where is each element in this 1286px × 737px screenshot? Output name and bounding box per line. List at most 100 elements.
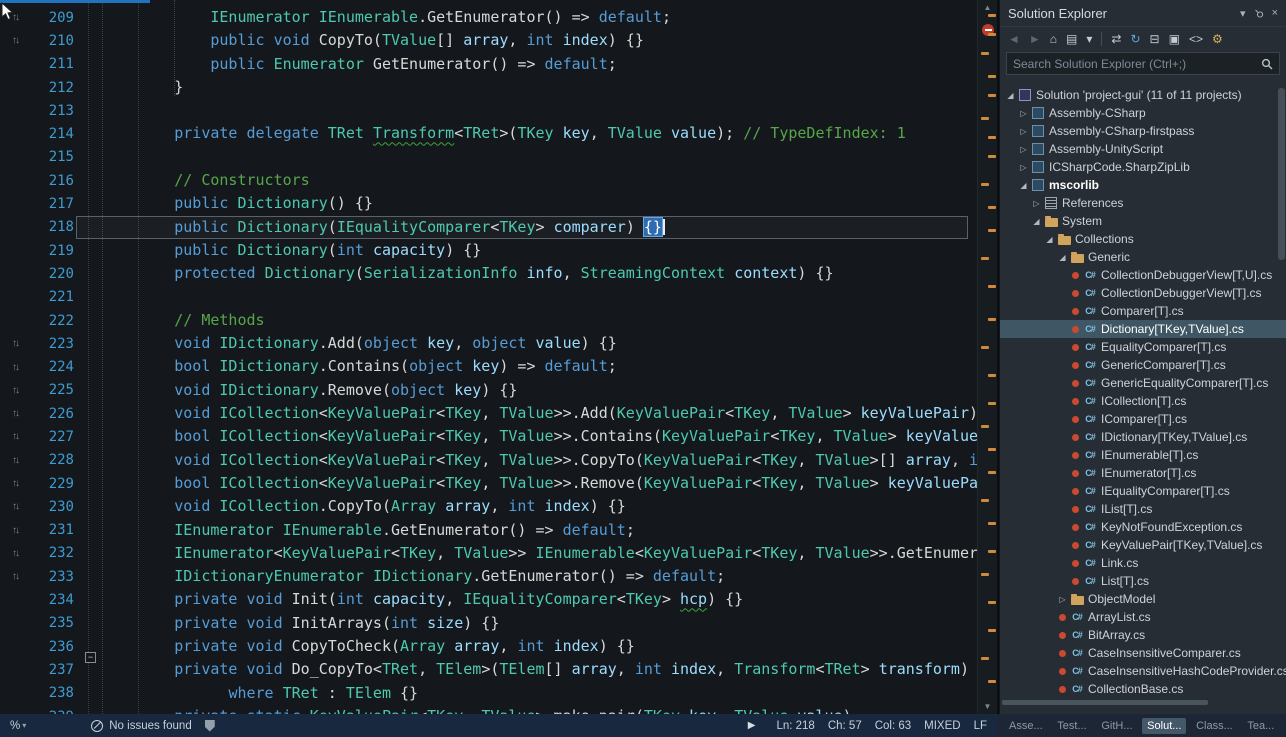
code-line[interactable]: 214 private delegate TRet Transform<TRet…: [0, 122, 997, 145]
reference-marker-icon[interactable]: ↑↓: [0, 35, 30, 46]
tree-item[interactable]: ▷Assembly-UnityScript: [1000, 140, 1286, 158]
code-text[interactable]: IEnumerator IEnumerable.GetEnumerator() …: [102, 6, 671, 29]
code-line[interactable]: 219 public Dictionary(int capacity) {}: [0, 239, 997, 262]
code-line[interactable]: ↑↓227 bool ICollection<KeyValuePair<TKey…: [0, 425, 997, 448]
reference-marker-icon[interactable]: ↑↓: [0, 455, 30, 466]
code-line[interactable]: 215: [0, 146, 997, 169]
code-line[interactable]: 235 private void InitArrays(int size) {}: [0, 612, 997, 635]
tree-item[interactable]: C#KeyValuePair[TKey,TValue].cs: [1000, 536, 1286, 554]
reference-marker-icon[interactable]: ↑↓: [0, 385, 30, 396]
tool-window-tab[interactable]: Asse...: [1004, 718, 1047, 734]
line-number[interactable]: 226: [30, 406, 76, 422]
line-number[interactable]: 237: [30, 662, 76, 678]
code-line[interactable]: ↑↓209 IEnumerator IEnumerable.GetEnumera…: [0, 6, 997, 29]
reference-marker-icon[interactable]: ↑↓: [0, 501, 30, 512]
encoding-indicator[interactable]: MIXED: [924, 720, 960, 732]
tree-item[interactable]: C#CollectionDebuggerView[T].cs: [1000, 284, 1286, 302]
scroll-down-icon[interactable]: ▼: [978, 702, 997, 711]
line-number[interactable]: 223: [30, 336, 76, 352]
code-line[interactable]: ↑↓232 IEnumerator<KeyValuePair<TKey, TVa…: [0, 542, 997, 565]
tree-item[interactable]: C#EqualityComparer[T].cs: [1000, 338, 1286, 356]
line-number[interactable]: 210: [30, 33, 76, 49]
tree-item[interactable]: ▷Assembly-CSharp-firstpass: [1000, 122, 1286, 140]
tree-item[interactable]: C#Dictionary[TKey,TValue].cs: [1000, 320, 1286, 338]
code-text[interactable]: private void CopyToCheck(Array array, in…: [102, 635, 635, 658]
code-line[interactable]: ↑↓233 IDictionaryEnumerator IDictionary.…: [0, 565, 997, 588]
code-text[interactable]: private void Init(int capacity, IEqualit…: [102, 588, 743, 611]
tree-item[interactable]: C#GenericComparer[T].cs: [1000, 356, 1286, 374]
line-number[interactable]: 234: [30, 592, 76, 608]
line-number[interactable]: 224: [30, 359, 76, 375]
code-text[interactable]: IEnumerator<KeyValuePair<TKey, TValue>> …: [102, 542, 997, 565]
tree-item[interactable]: ◢mscorlib: [1000, 176, 1286, 194]
reference-marker-icon[interactable]: ↑↓: [0, 525, 30, 536]
search-input[interactable]: Search Solution Explorer (Ctrl+;): [1013, 57, 1261, 71]
sync-with-active-document-icon[interactable]: ⇄: [1111, 32, 1121, 46]
scroll-up-icon[interactable]: ▲: [978, 3, 997, 12]
code-text[interactable]: void ICollection<KeyValuePair<TKey, TVal…: [102, 449, 997, 472]
tree-item[interactable]: ▷ICSharpCode.SharpZipLib: [1000, 158, 1286, 176]
reference-marker-icon[interactable]: ↑↓: [0, 548, 30, 559]
line-indicator[interactable]: Ln: 218: [776, 720, 814, 732]
line-number[interactable]: 232: [30, 545, 76, 561]
line-number[interactable]: 221: [30, 289, 76, 305]
pin-icon[interactable]: ⚲: [1251, 6, 1266, 21]
search-icon[interactable]: [1261, 58, 1273, 70]
line-number[interactable]: 216: [30, 173, 76, 189]
tree-item[interactable]: C#IEqualityComparer[T].cs: [1000, 482, 1286, 500]
tree-item[interactable]: ▷ObjectModel: [1000, 590, 1286, 608]
line-number[interactable]: 231: [30, 522, 76, 538]
code-text[interactable]: public Dictionary(IEqualityComparer<TKey…: [102, 216, 665, 239]
reference-marker-icon[interactable]: ↑↓: [0, 431, 30, 442]
tree-expanded-arrow-icon[interactable]: ◢: [1017, 181, 1030, 190]
tree-item[interactable]: ◢System: [1000, 212, 1286, 230]
tree-collapsed-arrow-icon[interactable]: ▷: [1056, 595, 1069, 604]
line-number[interactable]: 212: [30, 80, 76, 96]
properties-icon[interactable]: ⚙: [1212, 32, 1223, 46]
code-line[interactable]: 239 private static KeyValuePair<TKey, TV…: [0, 705, 997, 714]
line-number[interactable]: 213: [30, 103, 76, 119]
code-text[interactable]: void IDictionary.Add(object key, object …: [102, 332, 617, 355]
window-position-icon[interactable]: ▾: [1240, 7, 1246, 20]
code-line[interactable]: 213: [0, 99, 997, 122]
line-number[interactable]: 233: [30, 569, 76, 585]
code-line[interactable]: ↑↓224 bool IDictionary.Contains(object k…: [0, 355, 997, 378]
tree-item[interactable]: ▷Assembly-CSharp: [1000, 104, 1286, 122]
solution-explorer-titlebar[interactable]: Solution Explorer ▾⚲×: [1000, 0, 1286, 26]
tree-item[interactable]: C#BitArray.cs: [1000, 626, 1286, 644]
code-line[interactable]: ↑↓229 bool ICollection<KeyValuePair<TKey…: [0, 472, 997, 495]
code-text[interactable]: }: [102, 76, 183, 99]
code-text[interactable]: private void InitArrays(int size) {}: [102, 612, 499, 635]
issues-indicator[interactable]: No issues found: [91, 720, 191, 732]
line-number[interactable]: 238: [30, 685, 76, 701]
column-indicator[interactable]: Col: 63: [875, 720, 911, 732]
code-text[interactable]: private delegate TRet Transform<TRet>(TK…: [102, 122, 906, 145]
code-line[interactable]: 211 public Enumerator GetEnumerator() =>…: [0, 53, 997, 76]
code-text[interactable]: protected Dictionary(SerializationInfo i…: [102, 262, 834, 285]
tree-item[interactable]: C#IDictionary[TKey,TValue].cs: [1000, 428, 1286, 446]
line-number[interactable]: 222: [30, 313, 76, 329]
code-text[interactable]: bool IDictionary.Contains(object key) =>…: [102, 355, 617, 378]
code-line[interactable]: 237− private void Do_CopyTo<TRet, TElem>…: [0, 658, 997, 681]
code-line[interactable]: ↑↓210 public void CopyTo(TValue[] array,…: [0, 29, 997, 52]
tree-item[interactable]: C#CollectionDebuggerView[T,U].cs: [1000, 266, 1286, 284]
tree-collapsed-arrow-icon[interactable]: ▷: [1017, 127, 1030, 136]
line-number[interactable]: 209: [30, 10, 76, 26]
tree-item[interactable]: C#IList[T].cs: [1000, 500, 1286, 518]
line-number[interactable]: 214: [30, 126, 76, 142]
tree-item[interactable]: C#CaseInsensitiveHashCodeProvider.cs: [1000, 662, 1286, 680]
tree-item[interactable]: C#CaseInsensitiveComparer.cs: [1000, 644, 1286, 662]
line-number[interactable]: 220: [30, 266, 76, 282]
tree-item[interactable]: C#ArrayList.cs: [1000, 608, 1286, 626]
code-text[interactable]: IDictionaryEnumerator IDictionary.GetEnu…: [102, 565, 725, 588]
code-line[interactable]: ↑↓223 void IDictionary.Add(object key, o…: [0, 332, 997, 355]
code-text[interactable]: // Methods: [102, 309, 265, 332]
code-text[interactable]: IEnumerator IEnumerable.GetEnumerator() …: [102, 519, 635, 542]
code-text[interactable]: void ICollection.CopyTo(Array array, int…: [102, 495, 626, 518]
reference-marker-icon[interactable]: ↑↓: [0, 478, 30, 489]
code-text[interactable]: bool ICollection<KeyValuePair<TKey, TVal…: [102, 472, 997, 495]
code-line[interactable]: 238 where TRet : TElem {}: [0, 682, 997, 705]
forward-icon[interactable]: ►: [1029, 32, 1041, 46]
tree-item[interactable]: C#List[T].cs: [1000, 572, 1286, 590]
code-line[interactable]: 216 // Constructors: [0, 169, 997, 192]
